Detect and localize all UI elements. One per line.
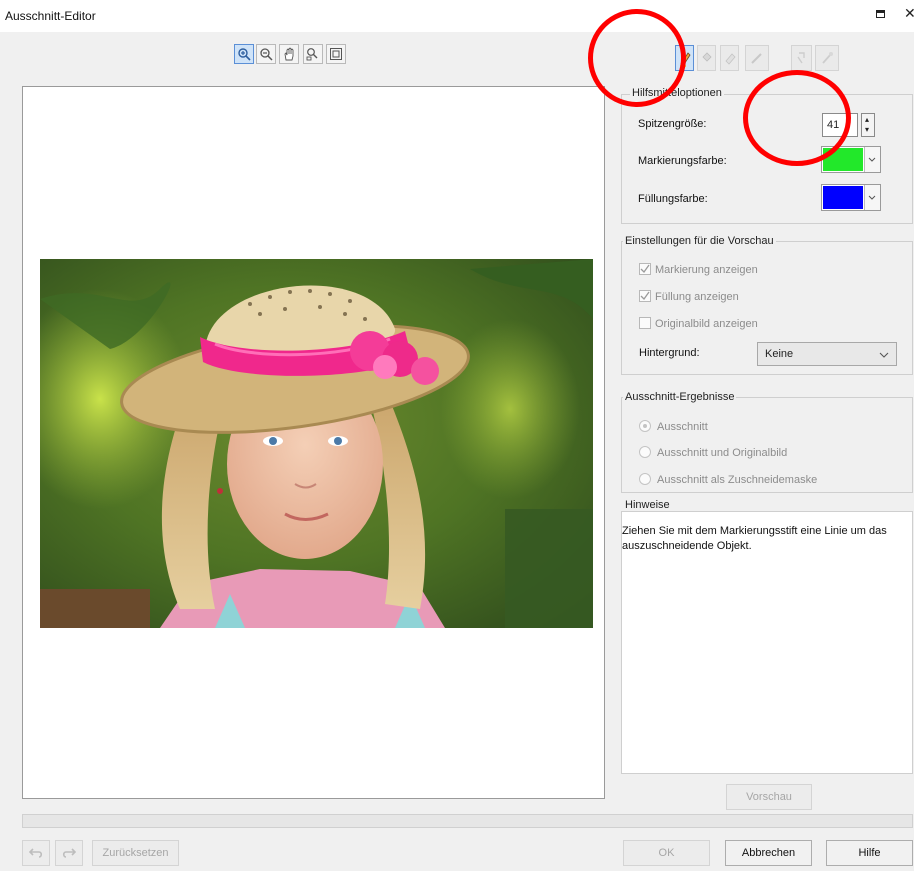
zoom-out-button[interactable] bbox=[256, 44, 276, 64]
cutout-and-original-label: Ausschnitt und Originalbild bbox=[657, 447, 788, 459]
nib-size-stepper[interactable]: ▴ ▾ bbox=[861, 113, 875, 137]
background-select[interactable]: Keine bbox=[757, 342, 897, 366]
annotation-circle bbox=[743, 70, 851, 166]
reset-button[interactable]: Zurücksetzen bbox=[92, 840, 179, 866]
help-button[interactable]: Hilfe bbox=[826, 840, 913, 866]
chevron-down-icon[interactable] bbox=[864, 185, 880, 210]
preview-button[interactable]: Vorschau bbox=[726, 784, 812, 810]
hints-panel: Hinweise Ziehen Sie mit dem Markierungss… bbox=[621, 499, 913, 774]
zoom-fit-button[interactable] bbox=[303, 44, 323, 64]
portrait-photo bbox=[40, 259, 593, 628]
nib-size-label: Spitzengröße: bbox=[638, 118, 707, 130]
show-highlight-checkbox[interactable] bbox=[639, 263, 651, 275]
cleanup-brush-icon bbox=[751, 53, 762, 64]
eraser-icon bbox=[725, 53, 736, 65]
cutout-only-label: Ausschnitt bbox=[657, 421, 708, 433]
actual-size-button[interactable] bbox=[326, 44, 346, 64]
close-icon[interactable]: ✕ bbox=[904, 5, 914, 22]
zoom-fit-icon bbox=[306, 48, 318, 61]
undo-button[interactable] bbox=[22, 840, 50, 866]
redo-icon bbox=[62, 848, 77, 858]
restore-tool-button[interactable] bbox=[791, 45, 812, 71]
show-original-label: Originalbild anzeigen bbox=[655, 318, 758, 330]
cutout-as-clipmask-radio[interactable] bbox=[639, 473, 651, 485]
title-bar: Ausschnitt-Editor ✕ bbox=[0, 0, 914, 32]
ok-button[interactable]: OK bbox=[623, 840, 710, 866]
pan-hand-icon bbox=[284, 47, 294, 61]
cancel-button[interactable]: Abbrechen bbox=[725, 840, 812, 866]
progress-bar bbox=[22, 814, 913, 828]
zoom-out-icon bbox=[260, 48, 273, 61]
window-title: Ausschnitt-Editor bbox=[5, 9, 96, 23]
show-highlight-label: Markierung anzeigen bbox=[655, 264, 758, 276]
fill-tool-button[interactable] bbox=[697, 45, 716, 71]
restore-brush-icon bbox=[822, 52, 833, 64]
hints-text: Ziehen Sie mit dem Markierungsstift eine… bbox=[622, 525, 887, 552]
hints-title: Hinweise bbox=[625, 499, 670, 511]
cutout-and-original-radio[interactable] bbox=[639, 446, 651, 458]
zoom-in-icon bbox=[238, 48, 251, 61]
cutout-results-title: Ausschnitt-Ergebnisse bbox=[623, 391, 737, 403]
eraser-tool-button[interactable] bbox=[720, 45, 739, 71]
cleanup-tool-button[interactable] bbox=[745, 45, 769, 71]
chevron-down-icon bbox=[879, 352, 889, 358]
undo-icon bbox=[28, 848, 43, 858]
redo-button[interactable] bbox=[55, 840, 83, 866]
image-canvas[interactable] bbox=[22, 86, 605, 799]
cleanup-brush-icon bbox=[797, 52, 805, 64]
cutout-editor-window: Ausschnitt-Editor ✕ Hilfsmitteloptionen … bbox=[0, 0, 914, 871]
actual-size-icon bbox=[330, 48, 342, 60]
cutout-only-radio[interactable] bbox=[639, 420, 651, 432]
preview-settings-title: Einstellungen für die Vorschau bbox=[623, 235, 776, 247]
chevron-down-icon[interactable] bbox=[864, 147, 880, 172]
show-original-checkbox[interactable] bbox=[639, 317, 651, 329]
restore-brush-button[interactable] bbox=[815, 45, 839, 71]
spin-down-icon[interactable]: ▾ bbox=[865, 125, 869, 134]
cutout-as-clipmask-label: Ausschnitt als Zuschneidemaske bbox=[657, 474, 818, 486]
pan-button[interactable] bbox=[279, 44, 299, 64]
maximize-icon[interactable] bbox=[876, 10, 885, 18]
show-fill-checkbox[interactable] bbox=[639, 290, 651, 302]
spin-up-icon[interactable]: ▴ bbox=[865, 115, 869, 124]
background-label: Hintergrund: bbox=[639, 347, 700, 359]
fill-color-picker[interactable] bbox=[821, 184, 881, 211]
highlight-color-label: Markierungsfarbe: bbox=[638, 155, 727, 167]
fill-bucket-icon bbox=[702, 52, 712, 62]
zoom-in-button[interactable] bbox=[234, 44, 254, 64]
show-fill-label: Füllung anzeigen bbox=[655, 291, 739, 303]
fill-color-label: Füllungsfarbe: bbox=[638, 193, 708, 205]
annotation-circle bbox=[588, 9, 686, 107]
fill-color-swatch bbox=[823, 186, 863, 209]
background-value: Keine bbox=[765, 348, 794, 360]
